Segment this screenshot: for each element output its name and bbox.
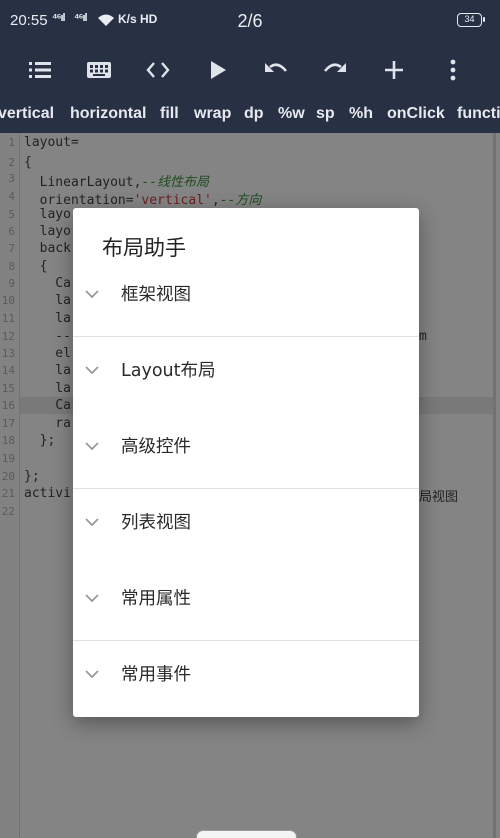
add-icon[interactable] [380,56,408,84]
chevron-down-icon [85,290,99,299]
keyword-onclick[interactable]: onClick [387,105,445,123]
chevron-down-icon [85,442,99,451]
dialog-item-common-attributes[interactable]: 常用属性 [73,565,419,641]
chevron-down-icon [85,366,99,375]
redo-icon[interactable] [321,56,349,84]
more-vert-icon[interactable] [439,56,467,84]
dialog-item-label: 常用属性 [121,589,191,609]
keyword-wrap[interactable]: wrap [194,105,231,123]
keyword-percent-w[interactable]: %w [278,105,305,123]
play-icon[interactable] [203,56,231,84]
list-icon[interactable] [26,56,54,84]
dialog-title: 布局助手 [102,236,186,260]
keyboard-icon[interactable] [85,56,113,84]
keyword-percent-h[interactable]: %h [349,105,373,123]
chevron-down-icon [85,518,99,527]
dialog-item-common-events[interactable]: 常用事件 [73,641,419,717]
keyword-fill[interactable]: fill [160,105,179,123]
editor-toolbar [0,42,500,97]
layout-helper-dialog: 布局助手 框架视图 Layout布局 高级控件 列表视图 常用属性 常用事件 [73,208,419,717]
dialog-item-frame-view[interactable]: 框架视图 [73,261,419,337]
keyword-sp[interactable]: sp [316,105,335,123]
page-indicator: 2/6 [237,11,263,31]
chevron-down-icon [85,670,99,679]
battery-icon: 34 [457,13,485,27]
chevron-down-icon [85,594,99,603]
dialog-item-layout[interactable]: Layout布局 [73,337,419,413]
dialog-item-list-view[interactable]: 列表视图 [73,489,419,565]
keyword-bar: vertical horizontal fill wrap dp %w sp %… [0,97,500,133]
dialog-item-label: Layout布局 [121,361,216,381]
status-bar: 20:55 ⁴⁶ıl ⁴⁶ıl K/s HD 2/6 34 [0,0,500,42]
keyword-vertical[interactable]: vertical [0,105,54,123]
dialog-item-label: 常用事件 [121,665,191,685]
keyword-dp[interactable]: dp [244,105,264,123]
undo-icon[interactable] [262,56,290,84]
code-icon[interactable] [144,56,172,84]
dialog-item-label: 列表视图 [121,513,191,533]
keyword-horizontal[interactable]: horizontal [70,105,146,123]
dialog-item-label: 高级控件 [121,437,191,457]
bottom-drawer-handle[interactable] [196,830,297,838]
keyword-function[interactable]: functi [457,105,500,123]
dialog-item-label: 框架视图 [121,285,191,305]
dialog-item-advanced-widgets[interactable]: 高级控件 [73,413,419,489]
